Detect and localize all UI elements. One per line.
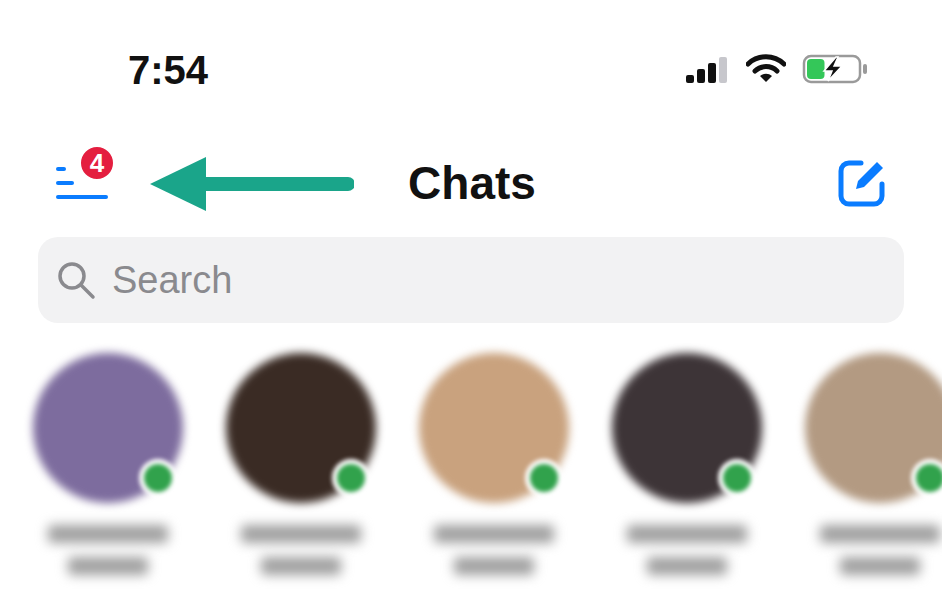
search-icon: [56, 260, 96, 300]
contact-name-blurred: [261, 557, 341, 575]
contact-name-blurred: [840, 557, 920, 575]
contact-item[interactable]: [226, 353, 376, 575]
contact-name-blurred: [68, 557, 148, 575]
signal-icon: [686, 55, 730, 83]
contact-name-blurred: [627, 525, 747, 543]
compose-button[interactable]: [836, 157, 888, 209]
arrow-icon: [150, 155, 354, 213]
messenger-screen: 7:54 4 Chats Search: [0, 0, 942, 611]
contact-item[interactable]: [419, 353, 569, 575]
header-title: Chats: [408, 155, 536, 211]
contact-name-blurred: [48, 525, 168, 543]
status-time: 7:54: [128, 46, 208, 94]
contact-item[interactable]: [33, 353, 183, 575]
contact-name-blurred: [820, 525, 940, 543]
search-placeholder: Search: [112, 257, 232, 303]
online-dot: [139, 459, 177, 497]
contact-item[interactable]: [805, 353, 942, 575]
online-dot: [332, 459, 370, 497]
menu-badge: 4: [78, 144, 116, 182]
status-bar: 7:54: [0, 0, 942, 135]
status-icons: [686, 46, 868, 84]
online-dot: [718, 459, 756, 497]
wifi-icon: [746, 54, 786, 84]
contact-name-blurred: [647, 557, 727, 575]
search-bar[interactable]: Search: [38, 237, 904, 323]
compose-icon: [837, 158, 887, 208]
active-contacts: [0, 353, 942, 575]
menu-button[interactable]: 4: [56, 158, 112, 208]
contact-name-blurred: [241, 525, 361, 543]
contact-name-blurred: [454, 557, 534, 575]
battery-icon: [802, 54, 868, 84]
contact-item[interactable]: [612, 353, 762, 575]
contact-name-blurred: [434, 525, 554, 543]
online-dot: [525, 459, 563, 497]
online-dot: [911, 459, 942, 497]
header: 4 Chats: [0, 135, 942, 230]
